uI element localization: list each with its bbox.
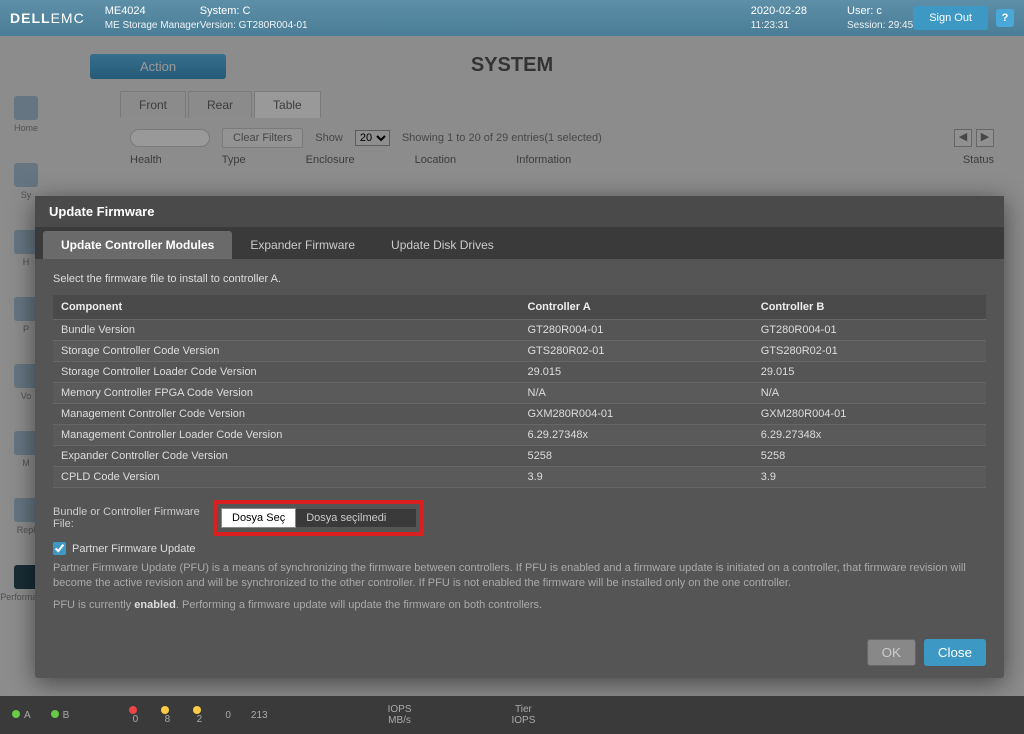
update-firmware-modal: Update Firmware Update Controller Module… [35,196,1004,678]
pfu-checkbox[interactable] [53,542,66,555]
warning-icon [193,706,201,714]
tab-update-controller[interactable]: Update Controller Modules [43,231,232,259]
table-row: Storage Controller Code VersionGTS280R02… [53,341,986,362]
footer-b: B [51,710,70,721]
ok-button[interactable]: OK [867,639,916,666]
footer-bar: A B 0 8 2 0 213 IOPSMB/s TierIOPS [0,696,1024,734]
system-block: System: C Version: GT280R004-01 [200,4,308,31]
status-dot-green-icon [51,710,59,718]
footer-stat: 8 [161,706,173,725]
file-input-highlight: Dosya Seç Dosya seçilmedi [213,500,424,536]
footer-stat: 0 [225,710,231,721]
warning-icon [161,706,169,714]
status-dot-green-icon [12,710,20,718]
th-controller-b: Controller B [753,295,986,320]
datetime-block: 2020-02-28 11:23:31 [751,4,807,31]
table-row: Storage Controller Loader Code Version29… [53,362,986,383]
table-row: Bundle VersionGT280R004-01GT280R004-01 [53,320,986,341]
pfu-label: Partner Firmware Update [72,543,196,555]
modal-title: Update Firmware [35,196,1004,227]
pfu-description: Partner Firmware Update (PFU) is a means… [53,561,986,592]
help-icon[interactable]: ? [996,9,1014,27]
brand-logo: DELLEMC [10,10,85,26]
table-row: Management Controller Code VersionGXM280… [53,404,986,425]
table-row: Expander Controller Code Version52585258 [53,446,986,467]
modal-tabs: Update Controller Modules Expander Firmw… [35,227,1004,259]
instruction-text: Select the firmware file to install to c… [53,273,986,285]
footer-stat: 0 [129,706,141,725]
file-label: Bundle or Controller Firmware File: [53,506,203,530]
tab-expander-firmware[interactable]: Expander Firmware [232,231,373,259]
product-block: ME4024 ME Storage Manager [105,4,200,31]
footer-stat: 213 [251,710,268,721]
footer-stat: 2 [193,706,205,725]
error-icon [129,706,137,714]
tab-update-disk[interactable]: Update Disk Drives [373,231,512,259]
close-button[interactable]: Close [924,639,986,666]
user-block: User: c Session: 29:45 [847,4,913,31]
pfu-status-text: PFU is currently enabled. Performing a f… [53,598,986,613]
th-component: Component [53,295,520,320]
th-controller-a: Controller A [520,295,753,320]
signout-button[interactable]: Sign Out [913,6,988,30]
table-row: Management Controller Loader Code Versio… [53,425,986,446]
app-header: DELLEMC ME4024 ME Storage Manager System… [0,0,1024,36]
table-row: CPLD Code Version3.93.9 [53,467,986,488]
footer-tier: TierIOPS [512,704,536,726]
file-status-text: Dosya seçilmedi [296,509,416,527]
footer-a: A [12,710,31,721]
table-row: Memory Controller FPGA Code VersionN/AN/… [53,383,986,404]
footer-iops: IOPSMB/s [388,704,412,726]
file-choose-button[interactable]: Dosya Seç [221,508,296,528]
firmware-table: Component Controller A Controller B Bund… [53,295,986,488]
